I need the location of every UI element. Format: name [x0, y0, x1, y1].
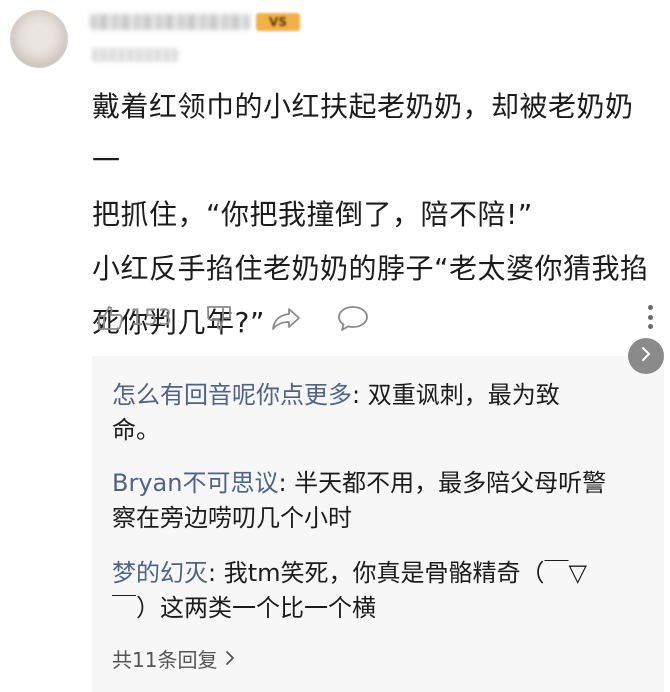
reply-item[interactable]: Bryan不可思议: 半天都不用，最多陪父母听警 察在旁边唠叨几个小时: [112, 466, 642, 536]
reply-item[interactable]: 梦的幻灭: 我tm笑死，你真是骨骼精奇（￣▽ ￣）这两类一个比一个横: [112, 556, 642, 626]
next-button[interactable]: [628, 338, 664, 374]
reply-text: 我tm笑死，你真是骨骼精奇（￣▽: [223, 559, 587, 587]
reply-line: ￣）这两类一个比一个横: [112, 594, 376, 622]
reply-line: 命。: [112, 416, 160, 444]
thumbs-up-icon: [96, 303, 126, 333]
comment-button[interactable]: [336, 303, 396, 333]
comment-line: 小红反手掐住老奶奶的脖子“老太婆你猜我掐: [92, 252, 649, 285]
share-button[interactable]: [270, 303, 336, 333]
reply-line: 察在旁边唠叨几个小时: [112, 504, 352, 532]
reply-separator: :: [278, 469, 295, 497]
username[interactable]: VS: [90, 8, 300, 36]
thumbs-down-icon: [204, 303, 234, 333]
reply-item[interactable]: 怎么有回音呢你点更多: 双重讽刺，最为致 命。: [112, 378, 642, 448]
comment-bubble-icon: [336, 303, 370, 333]
comment-line: 把抓住，“你把我撞倒了，陪不陪!”: [92, 198, 533, 231]
more-options-icon[interactable]: [644, 302, 656, 332]
comment-line: 戴着红领巾的小红扶起老奶奶，却被老奶奶一: [92, 90, 634, 177]
share-icon: [270, 303, 302, 333]
reply-author[interactable]: 梦的幻灭: [112, 559, 208, 587]
dislike-button[interactable]: [204, 303, 270, 333]
username-blurred: [90, 14, 250, 30]
replies-panel: 怎么有回音呢你点更多: 双重讽刺，最为致 命。 Bryan不可思议: 半天都不用…: [92, 356, 664, 692]
reply-line: 怎么有回音呢你点更多: 双重讽刺，最为致: [112, 378, 642, 413]
reply-text: 双重讽刺，最为致: [367, 381, 560, 409]
chevron-right-icon: [225, 647, 235, 671]
view-all-label: 共11条回复: [112, 648, 218, 672]
reply-line: 梦的幻灭: 我tm笑死，你真是骨骼精奇（￣▽: [112, 556, 642, 591]
chevron-right-icon: [640, 345, 652, 367]
avatar-image: [29, 25, 51, 51]
avatar[interactable]: [10, 10, 68, 68]
reply-author[interactable]: 怎么有回音呢你点更多: [112, 381, 352, 409]
action-bar: 153: [92, 298, 662, 338]
reply-text: 半天都不用，最多陪父母听警: [294, 469, 607, 497]
view-all-replies-link[interactable]: 共11条回复: [112, 644, 235, 673]
timestamp-blurred: [92, 48, 178, 62]
reply-separator: :: [208, 559, 224, 587]
like-button[interactable]: 153: [92, 303, 204, 333]
like-count: 153: [130, 305, 172, 331]
user-badge: VS: [256, 13, 300, 31]
reply-line: Bryan不可思议: 半天都不用，最多陪父母听警: [112, 466, 642, 501]
reply-author[interactable]: Bryan不可思议: [112, 469, 278, 497]
reply-separator: :: [352, 381, 368, 409]
